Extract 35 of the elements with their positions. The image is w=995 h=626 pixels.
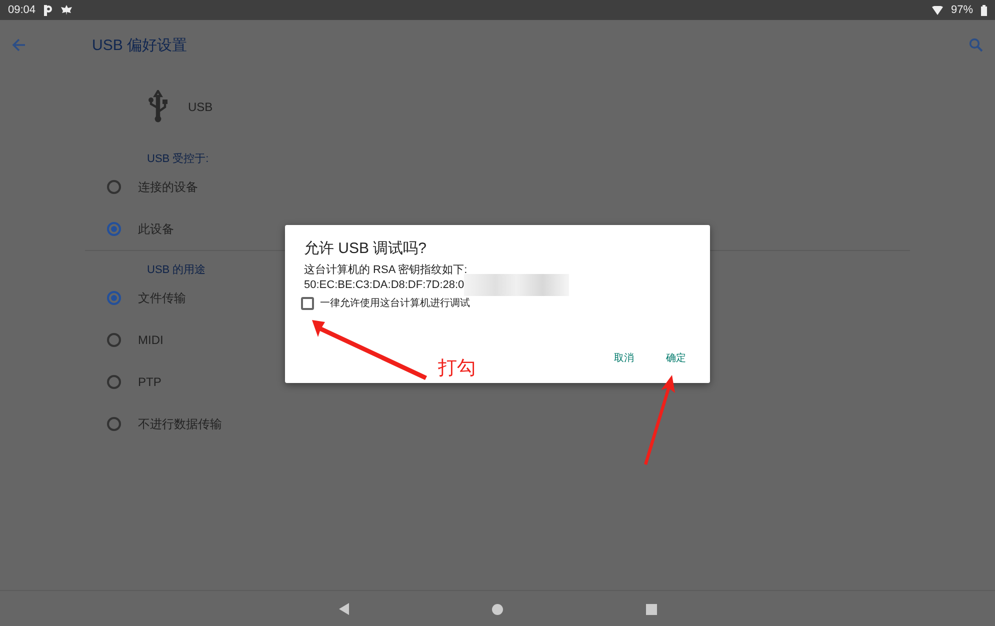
annotation-label: 打勾: [438, 357, 476, 381]
home-icon[interactable]: [492, 604, 502, 614]
search-icon[interactable]: [969, 38, 983, 52]
dialog-button[interactable]: 取消: [612, 349, 636, 367]
checkbox[interactable]: [301, 296, 314, 310]
notification-icon: [44, 4, 53, 16]
radio-button[interactable]: [107, 222, 121, 236]
radio-button[interactable]: [107, 333, 121, 347]
wifi-icon: [932, 6, 943, 14]
option-label[interactable]: 连接的设备: [138, 178, 198, 196]
page-title: USB 偏好设置: [92, 36, 188, 54]
fingerprint-text: 50:EC:BE:C3:DA:D8:DF:7D:28:0: [304, 278, 464, 290]
option-label[interactable]: 不进行数据传输: [138, 416, 222, 432]
option-label[interactable]: 文件传输: [138, 290, 186, 306]
radio-button[interactable]: [107, 375, 121, 389]
battery-percentage: 97%: [950, 4, 973, 16]
checkbox-label[interactable]: 一律允许使用这台计算机进行调试: [320, 296, 470, 310]
option-label[interactable]: 此设备: [138, 220, 174, 238]
device-label: USB: [188, 100, 213, 114]
recents-icon[interactable]: [646, 604, 656, 614]
back-icon[interactable]: [338, 603, 348, 615]
back-arrow-icon[interactable]: [12, 38, 26, 52]
clock: 09:04: [8, 4, 36, 16]
radio-button[interactable]: [107, 180, 121, 194]
option-label[interactable]: PTP: [138, 375, 162, 389]
dialog-title: 允许 USB 调试吗?: [304, 239, 428, 258]
section-heading: USB 的用途: [147, 263, 206, 277]
battery-icon: [981, 4, 987, 16]
option-label[interactable]: MIDI: [138, 333, 164, 347]
radio-button[interactable]: [107, 417, 121, 431]
section-heading: USB 受控于:: [147, 152, 209, 166]
dialog-message: 这台计算机的 RSA 密钥指纹如下:: [304, 262, 468, 277]
usb-icon: [146, 90, 170, 124]
dialog-button[interactable]: 确定: [664, 349, 688, 367]
radio-button[interactable]: [107, 291, 121, 305]
